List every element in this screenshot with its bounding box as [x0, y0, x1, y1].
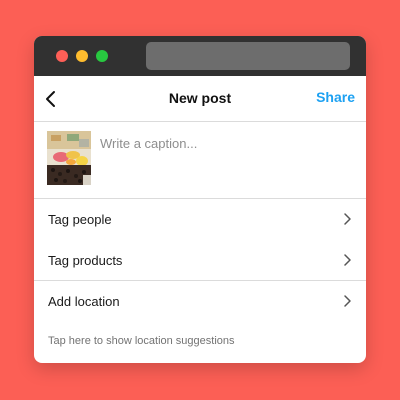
- minimize-window-button[interactable]: [76, 50, 88, 62]
- tag-people-label: Tag people: [48, 212, 112, 227]
- location-suggestions-hint[interactable]: Tap here to show location suggestions: [48, 335, 235, 347]
- post-thumbnail: [47, 131, 91, 185]
- close-window-button[interactable]: [56, 50, 68, 62]
- app-window: New post Share Write a caption... Tag pe…: [34, 36, 366, 363]
- maximize-window-button[interactable]: [96, 50, 108, 62]
- tag-people-row[interactable]: Tag people: [34, 199, 366, 240]
- caption-section: [34, 122, 366, 199]
- window-titlebar: [34, 36, 366, 76]
- add-location-label: Add location: [48, 294, 120, 309]
- tag-products-row[interactable]: Tag products: [34, 240, 366, 281]
- chevron-right-icon: [344, 254, 351, 266]
- share-button[interactable]: Share: [316, 89, 355, 105]
- address-bar[interactable]: [146, 42, 350, 70]
- caption-input[interactable]: [100, 136, 350, 151]
- chevron-right-icon: [344, 295, 351, 307]
- chevron-right-icon: [344, 213, 351, 225]
- add-location-row[interactable]: Add location: [34, 281, 366, 322]
- tag-products-label: Tag products: [48, 253, 123, 268]
- post-header: New post Share: [34, 76, 366, 122]
